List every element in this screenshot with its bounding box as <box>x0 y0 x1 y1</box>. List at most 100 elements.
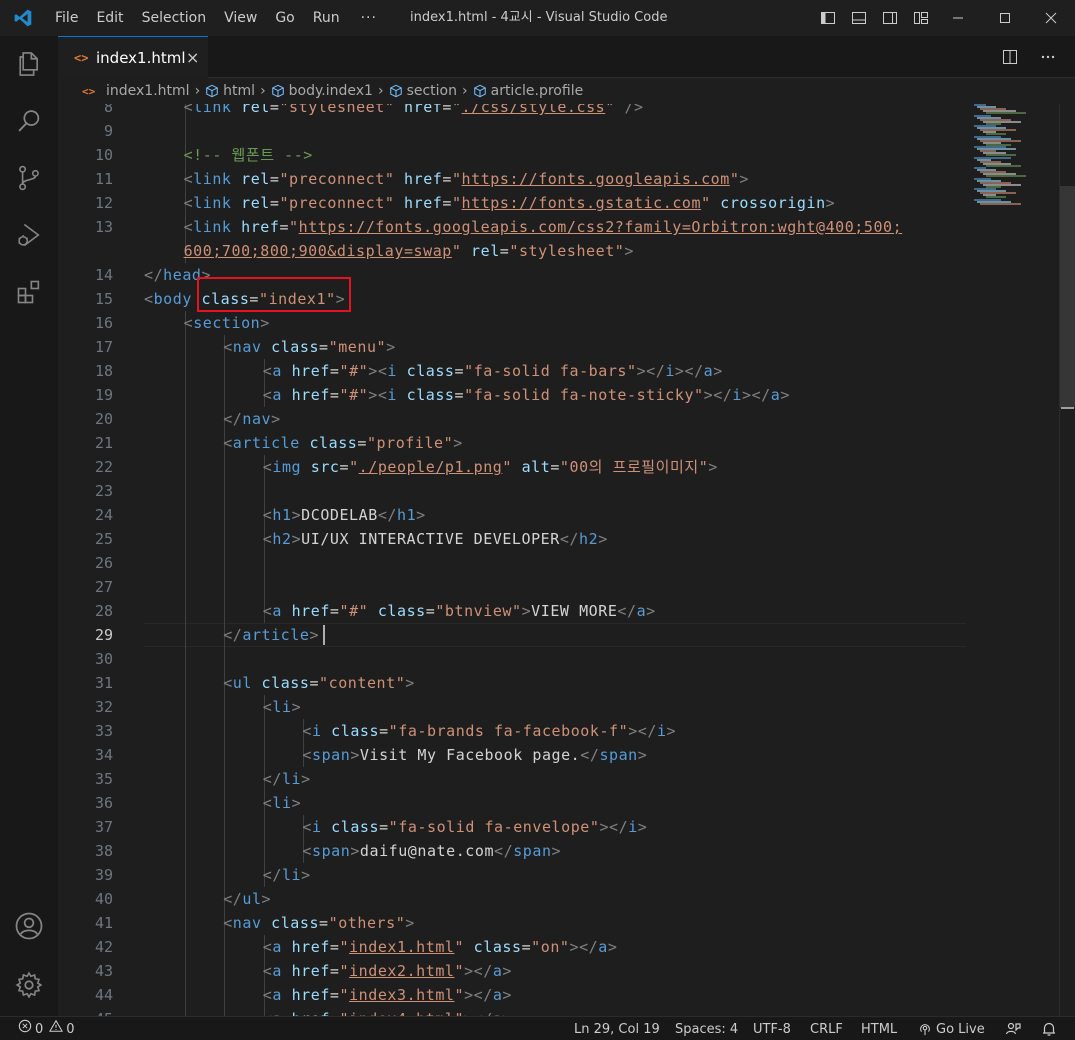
code-line[interactable]: 10 <!-- 웹폰트 --> <box>58 143 1058 167</box>
code-line[interactable]: 9 <box>58 119 1058 143</box>
line-number: 9 <box>103 122 113 140</box>
code-line[interactable]: 20 </nav> <box>58 407 1058 431</box>
menu-item-file[interactable]: File <box>46 0 87 36</box>
code-line[interactable]: 26 <box>58 551 1058 575</box>
title-bar: File Edit Selection View Go Run ··· index1.ht… <box>0 0 1075 36</box>
code-line[interactable]: 600;700;800;900&display=swap" rel="style… <box>58 239 1058 263</box>
scrollbar-thumb[interactable] <box>1060 186 1075 408</box>
indent-guide <box>184 983 186 1007</box>
maximize-icon[interactable] <box>982 0 1028 36</box>
code-line[interactable]: 43 <a href="index2.html"></a> <box>58 959 1058 983</box>
code-line[interactable]: 12 <link rel="preconnect" href="https://f… <box>58 191 1058 215</box>
toggle-primary-sidebar-icon[interactable] <box>812 0 843 36</box>
line-number: 27 <box>94 578 113 596</box>
code-line[interactable]: 39 </li> <box>58 863 1058 887</box>
end-of-line[interactable]: CRLF <box>810 1017 843 1040</box>
code-line[interactable]: 22 <img src="./people/p1.png" alt="00의 프로… <box>58 455 1058 479</box>
close-tab-icon[interactable]: × <box>186 48 199 67</box>
code-line[interactable]: 40 </ul> <box>58 887 1058 911</box>
code-line[interactable]: 13 <link href="https://fonts.googleapis.c… <box>58 215 1058 239</box>
tab-index1-html[interactable]: <> index1.html × <box>58 36 208 78</box>
symbol-element-icon <box>205 84 219 98</box>
settings-gear-icon[interactable] <box>0 957 58 1013</box>
search-icon[interactable] <box>0 93 58 149</box>
menu-item-edit[interactable]: Edit <box>87 0 132 36</box>
code-line[interactable]: 30 <box>58 647 1058 671</box>
indent-guide <box>184 335 186 359</box>
cursor-position[interactable]: Ln 29, Col 19 <box>574 1017 660 1040</box>
customize-layout-icon[interactable] <box>905 0 936 36</box>
close-window-icon[interactable] <box>1028 0 1074 36</box>
code-text: <i class="fa-brands fa-facebook-f"></i> <box>302 722 677 740</box>
encoding[interactable]: UTF-8 <box>753 1017 791 1040</box>
code-line[interactable]: 25 <h2>UI/UX INTERACTIVE DEVELOPER</h2> <box>58 527 1058 551</box>
code-text: </nav> <box>223 410 281 428</box>
code-text: <a href="index2.html"></a> <box>262 962 513 980</box>
code-line[interactable]: 45 <a href="index4.html"></a> <box>58 1007 1058 1016</box>
minimap-line <box>986 164 1021 167</box>
accounts-icon[interactable] <box>0 898 58 954</box>
split-editor-icon[interactable] <box>991 36 1029 78</box>
indent-guide <box>184 695 186 719</box>
minimize-icon[interactable] <box>935 0 981 36</box>
code-line[interactable]: 36 <li> <box>58 791 1058 815</box>
breadcrumb-label: section <box>406 83 457 99</box>
code-line[interactable]: 18 <a href="#"><i class="fa-solid fa-bars… <box>58 359 1058 383</box>
code-line[interactable]: 17 <nav class="menu"> <box>58 335 1058 359</box>
breadcrumb-item-article[interactable]: article.profile <box>473 83 583 99</box>
breadcrumb-item-html[interactable]: html <box>205 83 255 99</box>
code-line[interactable]: 44 <a href="index3.html"></a> <box>58 983 1058 1007</box>
code-editor[interactable]: 8 <link rel="stylesheet" href="./css/styl… <box>58 104 1058 1016</box>
code-line[interactable]: 41 <nav class="others"> <box>58 911 1058 935</box>
problems-indicator[interactable]: 0 0 <box>18 1017 75 1040</box>
code-line[interactable]: 35 </li> <box>58 767 1058 791</box>
code-line[interactable]: 16 <section> <box>58 311 1058 335</box>
menu-item-selection[interactable]: Selection <box>133 0 216 36</box>
breadcrumb-item-body[interactable]: body.index1 <box>271 83 373 99</box>
code-line[interactable]: 8 <link rel="stylesheet" href="./css/styl… <box>58 104 1058 119</box>
code-line[interactable]: 11 <link rel="preconnect" href="https://f… <box>58 167 1058 191</box>
text-cursor <box>323 625 326 645</box>
code-line[interactable]: 42 <a href="index1.html" class="on"></a> <box>58 935 1058 959</box>
feedback-icon[interactable] <box>1005 1017 1021 1040</box>
indentation[interactable]: Spaces: 4 <box>675 1017 738 1040</box>
indent-guide <box>224 959 226 983</box>
extensions-icon[interactable] <box>0 264 58 320</box>
menu-item-run[interactable]: Run <box>304 0 349 36</box>
code-line[interactable]: 29 </article> <box>58 623 1058 647</box>
code-line[interactable]: 34 <span>Visit My Facebook page.</span> <box>58 743 1058 767</box>
line-number: 12 <box>94 194 113 212</box>
breadcrumb-label: index1.html <box>106 83 190 99</box>
code-line[interactable]: 27 <box>58 575 1058 599</box>
code-line[interactable]: 38 <span>daifu@nate.com</span> <box>58 839 1058 863</box>
code-text: <article class="profile"> <box>223 434 463 452</box>
menu-item-view[interactable]: View <box>215 0 266 36</box>
code-line[interactable]: 19 <a href="#"><i class="fa-solid fa-note… <box>58 383 1058 407</box>
toggle-secondary-sidebar-icon[interactable] <box>874 0 905 36</box>
more-menu-button[interactable]: ··· <box>349 0 389 36</box>
indent-guide <box>184 575 186 599</box>
code-line[interactable]: 32 <li> <box>58 695 1058 719</box>
minimap[interactable] <box>970 104 1058 214</box>
run-debug-icon[interactable] <box>0 207 58 263</box>
code-line[interactable]: 23 <box>58 479 1058 503</box>
code-line[interactable]: 28 <a href="#" class="btnview">VIEW MORE<… <box>58 599 1058 623</box>
menu-item-go[interactable]: Go <box>266 0 303 36</box>
code-line[interactable]: 24 <h1>DCODELAB</h1> <box>58 503 1058 527</box>
source-control-icon[interactable] <box>0 150 58 206</box>
symbol-element-icon <box>473 84 487 98</box>
go-live-button[interactable]: Go Live <box>918 1017 985 1040</box>
code-line[interactable]: 31 <ul class="content"> <box>58 671 1058 695</box>
code-line[interactable]: 37 <i class="fa-solid fa-envelope"></i> <box>58 815 1058 839</box>
breadcrumb-item-section[interactable]: section <box>389 83 457 99</box>
explorer-icon[interactable] <box>0 36 58 92</box>
indent-guide <box>224 791 226 815</box>
language-mode[interactable]: HTML <box>861 1017 897 1040</box>
code-line[interactable]: 33 <i class="fa-brands fa-facebook-f"></i… <box>58 719 1058 743</box>
breadcrumb-item-file[interactable]: <> index1.html <box>82 83 190 99</box>
notifications-bell-icon[interactable] <box>1041 1017 1057 1040</box>
toggle-panel-icon[interactable] <box>843 0 874 36</box>
indent-guide <box>184 887 186 911</box>
more-actions-icon[interactable] <box>1029 36 1067 78</box>
code-line[interactable]: 21 <article class="profile"> <box>58 431 1058 455</box>
